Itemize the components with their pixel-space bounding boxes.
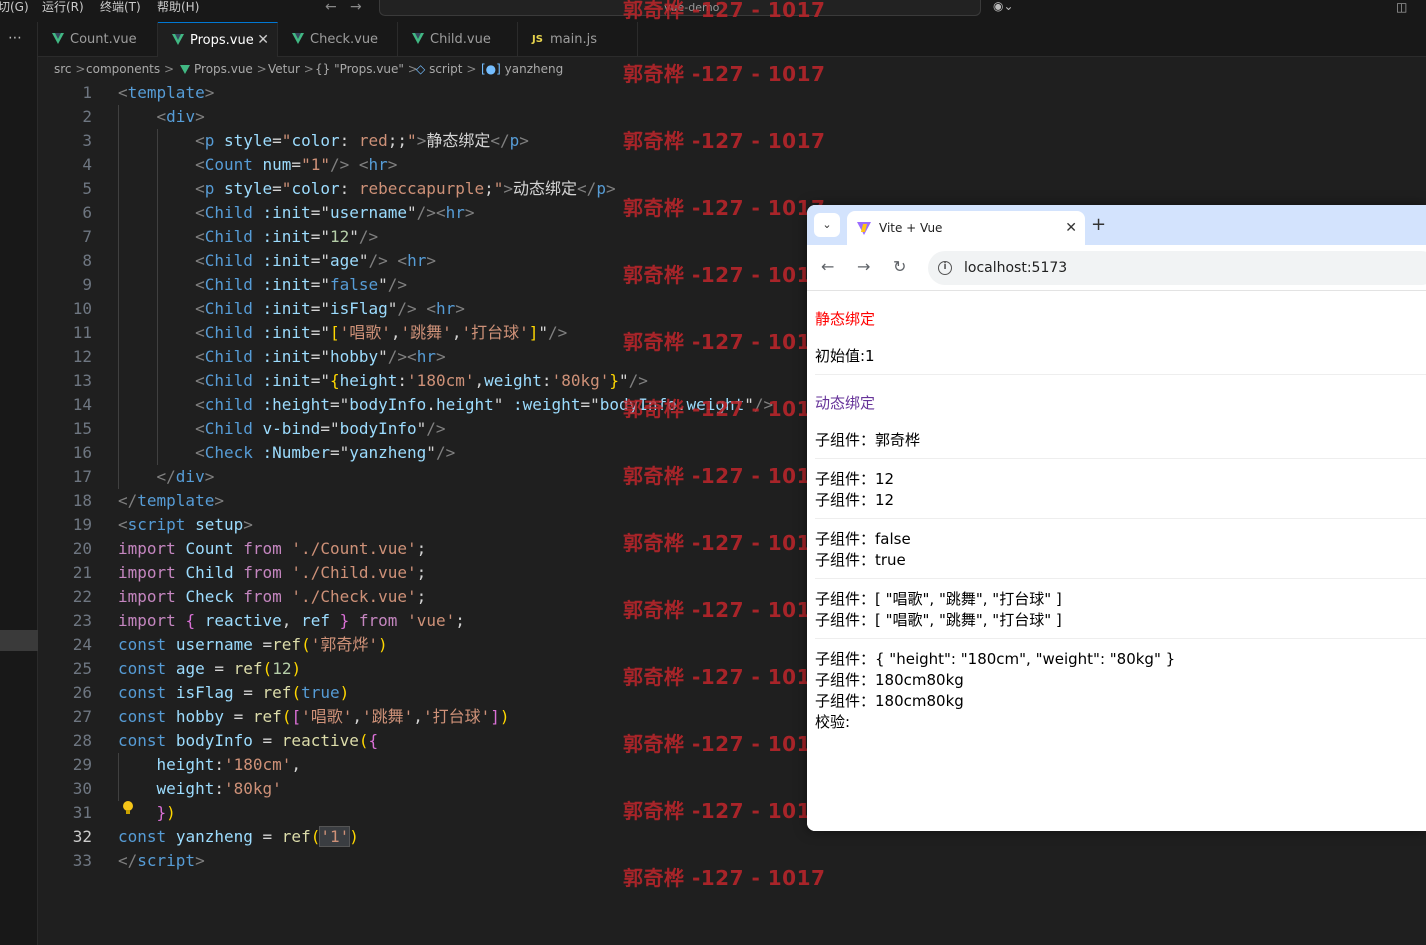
- count-initial-value: 初始值:1: [815, 347, 875, 365]
- watermark: 郭奇桦 -127 - 1017: [623, 732, 826, 756]
- cube-icon: ◇: [416, 62, 426, 76]
- more-icon[interactable]: ⋯: [8, 30, 23, 46]
- vue-icon: [412, 33, 424, 44]
- dynamic-binding-title: 动态绑定: [815, 394, 876, 412]
- watermark: 郭奇桦 -127 - 1017: [623, 129, 826, 153]
- browser-tab-strip: ⌄ Vite + Vue ✕ +: [807, 205, 1426, 245]
- editor-tabs: Count.vue Props.vue ✕ Check.vue Child.vu…: [38, 22, 1426, 58]
- layout-icon[interactable]: ◫: [1396, 0, 1407, 14]
- watermark: 郭奇桦 -127 - 1017: [623, 531, 826, 555]
- breadcrumb-item[interactable]: components >: [86, 57, 174, 81]
- child-output: 子组件：180cm80kg: [815, 671, 964, 689]
- child-output: 子组件：[ "唱歌", "跳舞", "打台球" ]: [815, 611, 1062, 629]
- child-output: 子组件：180cm80kg: [815, 692, 964, 710]
- tab-label: Props.vue: [190, 33, 254, 48]
- child-output: 子组件：12: [815, 470, 895, 488]
- vite-icon: [857, 222, 871, 235]
- tab-check-vue[interactable]: Check.vue: [278, 22, 398, 57]
- tab-label: main.js: [550, 32, 597, 47]
- tab-label: Count.vue: [70, 32, 137, 47]
- watermark: 郭奇桦 -127 - 1017: [623, 62, 826, 86]
- breadcrumb-item[interactable]: Vetur >: [268, 57, 314, 81]
- address-bar[interactable]: i localhost:5173: [928, 251, 1426, 285]
- activity-indicator: [0, 630, 38, 651]
- child-output: 子组件：false: [815, 530, 911, 548]
- watermark: 郭奇桦 -127 - 1017: [623, 665, 826, 689]
- close-icon[interactable]: ✕: [1065, 211, 1077, 245]
- forward-arrow-icon[interactable]: →: [350, 0, 362, 14]
- back-icon[interactable]: ←: [821, 257, 834, 277]
- child-output: 子组件：{ "height": "180cm", "weight": "80kg…: [815, 650, 1176, 668]
- watermark: 郭奇桦 -127 - 1017: [623, 598, 826, 622]
- tab-label: Check.vue: [310, 32, 379, 47]
- url-text[interactable]: localhost:5173: [964, 251, 1067, 285]
- child-output: 子组件：12: [815, 491, 895, 509]
- vue-icon: [172, 34, 184, 45]
- forward-icon[interactable]: →: [857, 257, 870, 277]
- tab-search-icon[interactable]: ⌄: [814, 213, 840, 237]
- tab-label: Child.vue: [430, 32, 491, 47]
- menu-item-go[interactable]: 切(G): [0, 0, 29, 14]
- info-icon[interactable]: i: [938, 261, 952, 275]
- lightbulb-icon[interactable]: [123, 801, 133, 815]
- breadcrumb-item[interactable]: src >: [54, 57, 85, 81]
- tab-child-vue[interactable]: Child.vue: [398, 22, 518, 57]
- new-tab-icon[interactable]: +: [1091, 211, 1106, 239]
- back-arrow-icon[interactable]: ←: [325, 0, 337, 14]
- watermark: 郭奇桦 -127 - 1017: [623, 0, 826, 22]
- vue-icon: [292, 33, 304, 44]
- child-output: 子组件：true: [815, 551, 906, 569]
- vue-icon: [52, 33, 64, 44]
- menu-item-terminal[interactable]: 终端(T): [100, 0, 141, 14]
- breadcrumb-item[interactable]: [●] yanzheng: [481, 57, 563, 81]
- js-icon: JS: [532, 34, 543, 45]
- browser-toolbar: ← → ↻ i localhost:5173: [807, 245, 1426, 291]
- divider: [815, 638, 1426, 639]
- activity-bar: ⋯: [0, 22, 38, 945]
- divider: [815, 374, 1426, 375]
- menu-item-help[interactable]: 帮助(H): [157, 0, 199, 14]
- breadcrumb-item[interactable]: Props.vue >: [180, 57, 267, 81]
- close-icon[interactable]: ✕: [257, 23, 269, 58]
- variable-icon: [●]: [481, 62, 501, 76]
- reload-icon[interactable]: ↻: [893, 257, 906, 277]
- vue-icon: [180, 65, 190, 74]
- divider: [815, 518, 1426, 519]
- divider: [815, 458, 1426, 459]
- watermark: 郭奇桦 -127 - 1017: [623, 330, 826, 354]
- check-output: 校验:: [815, 713, 851, 731]
- menu-item-run[interactable]: 运行(R): [42, 0, 84, 14]
- static-binding-title: 静态绑定: [815, 310, 876, 328]
- watermark: 郭奇桦 -127 - 1017: [623, 397, 826, 421]
- child-output: 子组件：[ "唱歌", "跳舞", "打台球" ]: [815, 590, 1062, 608]
- tab-count-vue[interactable]: Count.vue: [38, 22, 158, 57]
- browser-tab-title: Vite + Vue: [879, 221, 943, 235]
- browser-tab[interactable]: Vite + Vue ✕: [847, 211, 1085, 245]
- divider: [815, 578, 1426, 579]
- child-output: 子组件：郭奇桦: [815, 431, 921, 449]
- tab-main-js[interactable]: JS main.js: [518, 22, 638, 57]
- watermark: 郭奇桦 -127 - 1017: [623, 263, 826, 287]
- watermark: 郭奇桦 -127 - 1017: [623, 866, 826, 890]
- breadcrumb-item[interactable]: {} "Props.vue" >: [315, 57, 418, 81]
- breadcrumb-item[interactable]: ◇ script >: [416, 57, 476, 81]
- page-content: 静态绑定 初始值:1 动态绑定 子组件：郭奇桦 子组件：12 子组件：12 子组…: [807, 292, 1426, 831]
- watermark: 郭奇桦 -127 - 1017: [623, 799, 826, 823]
- watermark: 郭奇桦 -127 - 1017: [623, 196, 826, 220]
- copilot-icon[interactable]: ◉⌄: [993, 0, 1015, 14]
- browser-window: ⌄ Vite + Vue ✕ + ← → ↻ i localhost:5173 …: [807, 205, 1426, 831]
- watermark: 郭奇桦 -127 - 1017: [623, 464, 826, 488]
- tab-props-vue[interactable]: Props.vue ✕: [158, 22, 278, 58]
